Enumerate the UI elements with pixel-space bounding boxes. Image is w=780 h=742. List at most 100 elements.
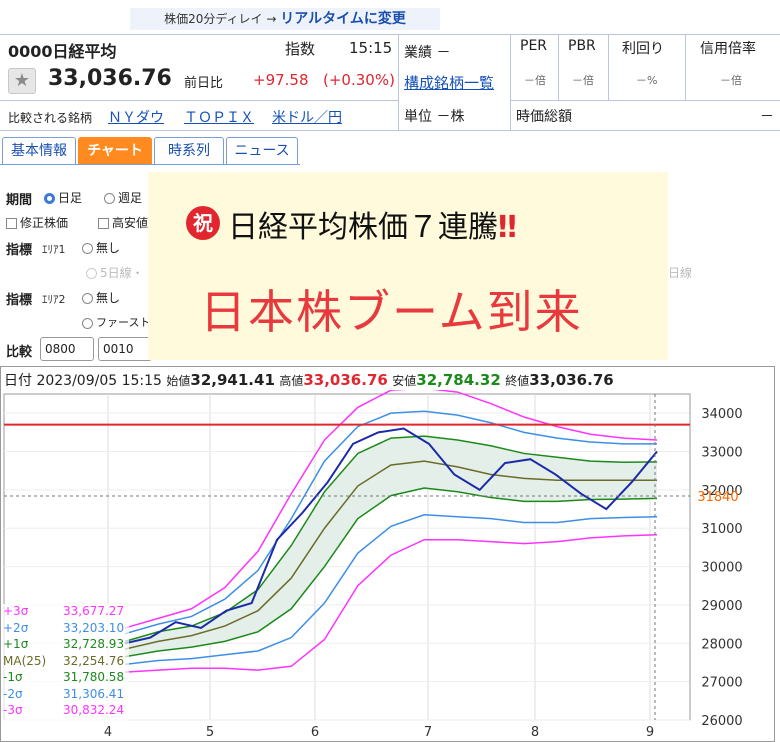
market-cap-value: － — [760, 109, 774, 125]
divider — [608, 34, 609, 100]
compare-link-topix[interactable]: ＴＯＰＩＸ — [184, 107, 254, 127]
tab-chart[interactable]: チャート — [78, 137, 152, 165]
change-percent: (+0.30%) — [323, 71, 395, 89]
band-legend-row: MA(25) 32,254.76 — [3, 653, 124, 668]
ohlc-row: 日付 2023/09/05 15:15 始値32,941.41 高値33,036… — [4, 370, 614, 390]
change-label: 前日比 — [184, 76, 224, 91]
y-tick-label: 30000 — [701, 561, 742, 576]
radio-icon — [44, 193, 55, 204]
per-value: －倍 — [524, 74, 546, 87]
yield-label: 利回り — [622, 41, 664, 57]
y-tick-label: 33000 — [701, 446, 742, 461]
per-label: PER — [520, 38, 548, 54]
ma-option[interactable]: 5日線・ — [86, 264, 144, 281]
band-legend-row: +2σ 33,203.10 — [3, 620, 124, 635]
band-legend-row: +3σ 33,677.27 — [3, 604, 124, 618]
high-value: 33,036.76 — [303, 371, 388, 389]
period-daily-option[interactable]: 日足 — [44, 189, 82, 206]
y-tick-label: 28000 — [701, 637, 742, 652]
change-value: +97.58 — [253, 71, 309, 89]
band-legend-value: 30,832.24 — [63, 703, 125, 717]
divider — [398, 34, 399, 130]
radio-icon — [82, 317, 93, 329]
band-legend-label: +3σ — [3, 604, 29, 618]
tab-news[interactable]: ニュース — [226, 137, 298, 165]
constituents-link[interactable]: 構成銘柄一覧 — [404, 72, 494, 93]
security-name: 0000日経平均 — [8, 42, 117, 61]
period-label: 期間 — [6, 193, 33, 208]
promo-overlay: 祝 日経平均株価７連騰‼ 日本株ブーム到来 — [148, 172, 668, 360]
divider — [0, 34, 780, 35]
tab-underline — [0, 164, 300, 165]
band-legend-label: +1σ — [3, 637, 29, 651]
celebration-badge-icon: 祝 — [186, 206, 220, 240]
pbr-value: －倍 — [572, 74, 594, 87]
y-tick-label: 34000 — [701, 407, 742, 422]
security-category: 指数 — [285, 40, 316, 58]
period-weekly-option[interactable]: 週足 — [104, 189, 142, 206]
area2-label: ｴﾘｱ2 — [42, 293, 66, 306]
band-legend-row: -2σ 31,306.41 — [3, 687, 124, 701]
radio-icon — [86, 268, 97, 279]
checkbox-icon — [6, 218, 17, 229]
quote-time: 15:15 — [349, 39, 393, 57]
ohlc-datetime: 2023/09/05 15:15 — [36, 373, 162, 389]
realtime-link[interactable]: リアルタイムに変更 — [280, 11, 406, 27]
results-label: 業績 － — [404, 45, 451, 61]
delay-text: 株価20分ディレイ → — [164, 12, 277, 26]
band-legend-label: -1σ — [3, 670, 23, 684]
indicator-label-1: 指標 — [6, 243, 33, 258]
divider — [0, 100, 398, 101]
cursor-price-label: 31840 — [697, 490, 738, 505]
divider — [685, 34, 686, 100]
band-legend: +3σ 33,677.27 +2σ 33,203.10 +1σ 32,728.93 MA(2… — [3, 604, 129, 722]
margin-ratio-label: 信用倍率 — [700, 41, 756, 57]
area1-none-option[interactable]: 無し — [82, 239, 120, 256]
divider — [510, 34, 511, 130]
tab-timeseries[interactable]: 時系列 — [154, 137, 224, 165]
band-legend-label: +2σ — [3, 620, 29, 635]
margin-ratio-value: －倍 — [720, 74, 742, 87]
y-tick-label: 29000 — [701, 599, 742, 614]
radio-icon — [82, 293, 93, 304]
band-legend-value: 31,306.41 — [63, 686, 125, 701]
compare-input-2[interactable]: 0010 — [98, 337, 152, 361]
y-tick-label: 26000 — [701, 714, 742, 729]
unit-label: 単位 －株 — [404, 109, 465, 125]
x-tick-label: 9 — [646, 725, 654, 740]
area2-none-option[interactable]: 無し — [82, 289, 120, 306]
compare-link-nydow[interactable]: ＮＹダウ — [108, 107, 164, 127]
band-legend-row: +1σ 32,728.93 — [3, 637, 124, 651]
band-legend-label: MA(25) — [3, 653, 47, 668]
x-tick-label: 6 — [311, 725, 319, 740]
low-value: 32,784.32 — [416, 371, 501, 389]
x-tick-label: 7 — [424, 725, 432, 740]
open-label: 始値 — [166, 374, 191, 388]
overlay-headline: 日経平均株価７連騰‼ — [228, 210, 517, 245]
high-label: 高値 — [279, 374, 304, 388]
overlay-subheadline: 日本株ブーム到来 — [200, 285, 583, 339]
high-low-checkbox[interactable]: 高安値 — [98, 214, 148, 231]
compare-link-usdjpy[interactable]: 米ドル／円 — [272, 107, 342, 127]
compare-input-1[interactable]: 0800 — [40, 337, 94, 361]
tab-basic-info[interactable]: 基本情報 — [2, 137, 76, 165]
date-label: 日付 — [4, 373, 32, 389]
indicator-label-2: 指標 — [6, 293, 33, 308]
close-label: 終値 — [505, 374, 530, 388]
compare-form-label: 比較 — [6, 345, 33, 360]
delay-notice: 株価20分ディレイ → リアルタイムに変更 — [130, 8, 440, 30]
y-tick-label: 27000 — [701, 676, 742, 691]
band-legend-row: -1σ 31,780.58 — [3, 670, 124, 684]
y-tick-label: 31000 — [701, 522, 742, 537]
radio-icon — [104, 193, 115, 204]
divider — [558, 34, 559, 100]
band-legend-value: 31,780.58 — [63, 670, 125, 684]
band-legend-row: -3σ 30,832.24 — [3, 703, 124, 717]
divider — [0, 130, 780, 131]
close-value: 33,036.76 — [529, 371, 614, 389]
adjusted-price-checkbox[interactable]: 修正株価 — [6, 214, 68, 231]
market-cap-label: 時価総額 — [516, 109, 572, 125]
compare-label: 比較される銘柄 — [8, 111, 93, 125]
star-icon[interactable]: ★ — [8, 68, 36, 94]
yield-value: －% — [636, 74, 658, 87]
